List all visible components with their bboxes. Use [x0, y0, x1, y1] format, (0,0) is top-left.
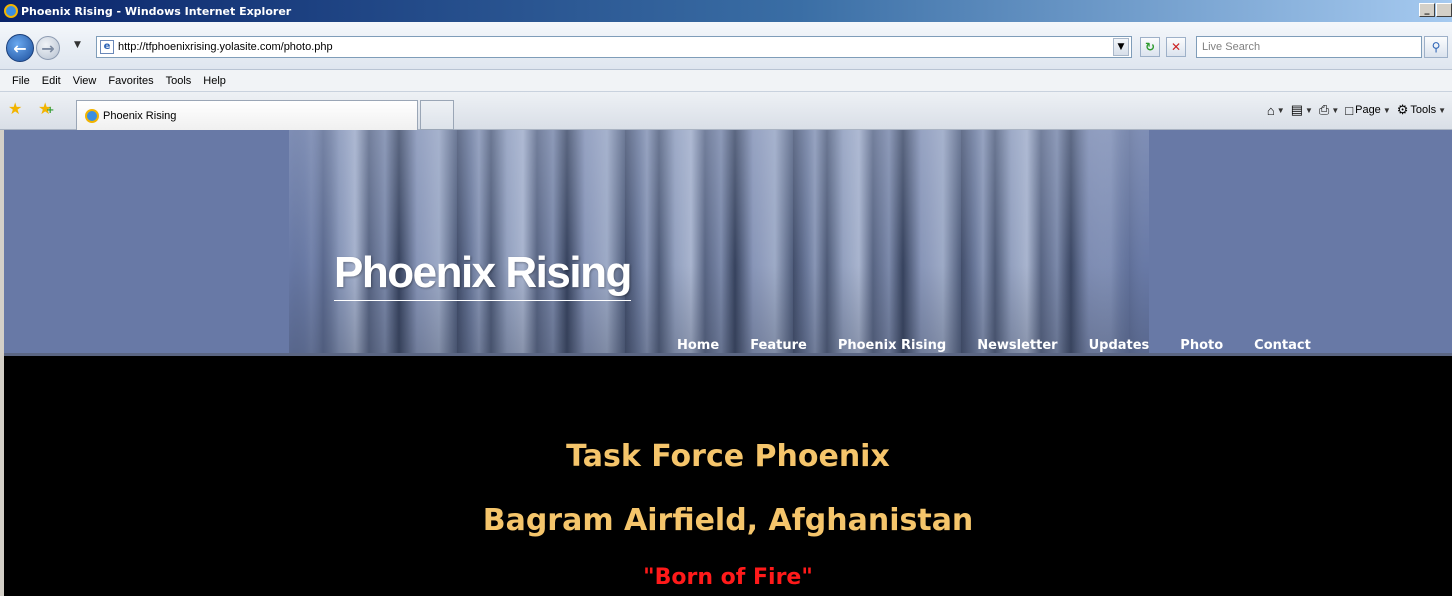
window-controls: _ — [1419, 3, 1452, 17]
address-dropdown-icon[interactable]: ▼ — [1113, 38, 1129, 56]
print-button[interactable]: ⎙ ▼ — [1319, 102, 1339, 118]
forward-button[interactable]: → — [36, 36, 60, 60]
page-content: Task Force Phoenix Bagram Airfield, Afgh… — [4, 359, 1452, 596]
tab-bar: ★ ★ + Phoenix Rising ⌂ ▼ ▤ ▼ ⎙ ▼ □ Page ▼ ⚙ Too… — [0, 92, 1452, 130]
heading-location: Bagram Airfield, Afghanistan — [482, 503, 974, 538]
feed-icon: ▤ — [1290, 102, 1303, 117]
recent-pages-dropdown[interactable]: ▼ — [74, 40, 81, 50]
nav-feature[interactable]: Feature — [750, 338, 807, 353]
back-arrow-icon: ← — [13, 38, 27, 58]
feeds-button[interactable]: ▤ ▼ — [1291, 102, 1313, 118]
menu-edit[interactable]: Edit — [36, 75, 67, 87]
search-button[interactable]: ⚲ — [1424, 36, 1448, 58]
gear-icon: ⚙ — [1396, 102, 1409, 117]
menu-view[interactable]: View — [67, 75, 103, 87]
site-header: Phoenix Rising Home Feature Phoenix Risi… — [4, 130, 1452, 356]
add-favorite-icon[interactable]: ★ + — [38, 99, 54, 118]
refresh-button[interactable]: ↻ — [1140, 37, 1160, 57]
site-title-link[interactable]: Phoenix Rising — [334, 248, 632, 301]
command-bar: ⌂ ▼ ▤ ▼ ⎙ ▼ □ Page ▼ ⚙ Tools ▼ — [1267, 102, 1446, 118]
web-page: Phoenix Rising Home Feature Phoenix Risi… — [4, 130, 1452, 596]
home-icon: ⌂ — [1266, 102, 1275, 118]
ie-logo-icon — [4, 4, 18, 18]
address-bar[interactable]: e http://tfphoenixrising.yolasite.com/ph… — [96, 36, 1132, 58]
menu-tools[interactable]: Tools — [160, 75, 198, 87]
home-button[interactable]: ⌂ ▼ — [1267, 103, 1285, 118]
favorites-star-icon[interactable]: ★ — [8, 99, 22, 118]
nav-updates[interactable]: Updates — [1089, 338, 1150, 353]
tab-title: Phoenix Rising — [103, 109, 177, 122]
stop-icon: ✕ — [1170, 40, 1182, 54]
back-button[interactable]: ← — [6, 34, 34, 62]
search-icon: ⚲ — [1431, 40, 1441, 54]
tools-menu-button[interactable]: ⚙ Tools ▼ — [1397, 102, 1446, 118]
heading-motto: "Born of Fire" — [643, 565, 813, 590]
nav-photo[interactable]: Photo — [1180, 338, 1223, 353]
page-menu-button[interactable]: □ Page ▼ — [1345, 103, 1390, 118]
nav-contact[interactable]: Contact — [1254, 338, 1311, 353]
refresh-icon: ↻ — [1144, 40, 1156, 54]
page-icon: □ — [1345, 102, 1354, 118]
window-title: Phoenix Rising - Windows Internet Explor… — [21, 4, 292, 18]
site-nav: Home Feature Phoenix Rising Newsletter U… — [677, 338, 1311, 353]
menu-bar: File Edit View Favorites Tools Help — [0, 70, 1452, 92]
heading-task-force: Task Force Phoenix — [566, 439, 890, 474]
maximize-button[interactable] — [1436, 3, 1452, 17]
window-title-bar: Phoenix Rising - Windows Internet Explor… — [0, 0, 1452, 22]
menu-favorites[interactable]: Favorites — [102, 75, 159, 87]
banner-fog-overlay — [289, 130, 1149, 353]
nav-newsletter[interactable]: Newsletter — [977, 338, 1057, 353]
minimize-button[interactable]: _ — [1419, 3, 1435, 17]
ie-page-icon — [85, 108, 99, 123]
stop-button[interactable]: ✕ — [1166, 37, 1186, 57]
page-menu-label: Page — [1355, 104, 1381, 116]
new-tab-button[interactable] — [420, 100, 454, 130]
nav-phoenix-rising[interactable]: Phoenix Rising — [838, 338, 946, 353]
search-input[interactable]: Live Search — [1196, 36, 1422, 58]
tools-menu-label: Tools — [1410, 104, 1437, 116]
menu-help[interactable]: Help — [197, 75, 232, 87]
forward-arrow-icon: → — [41, 38, 55, 58]
print-icon: ⎙ — [1318, 102, 1330, 117]
page-icon: e — [100, 40, 114, 54]
tab-phoenix-rising[interactable]: Phoenix Rising — [76, 100, 418, 130]
address-input[interactable]: http://tfphoenixrising.yolasite.com/phot… — [118, 41, 1113, 53]
menu-file[interactable]: File — [0, 75, 36, 87]
nav-home[interactable]: Home — [677, 338, 719, 353]
